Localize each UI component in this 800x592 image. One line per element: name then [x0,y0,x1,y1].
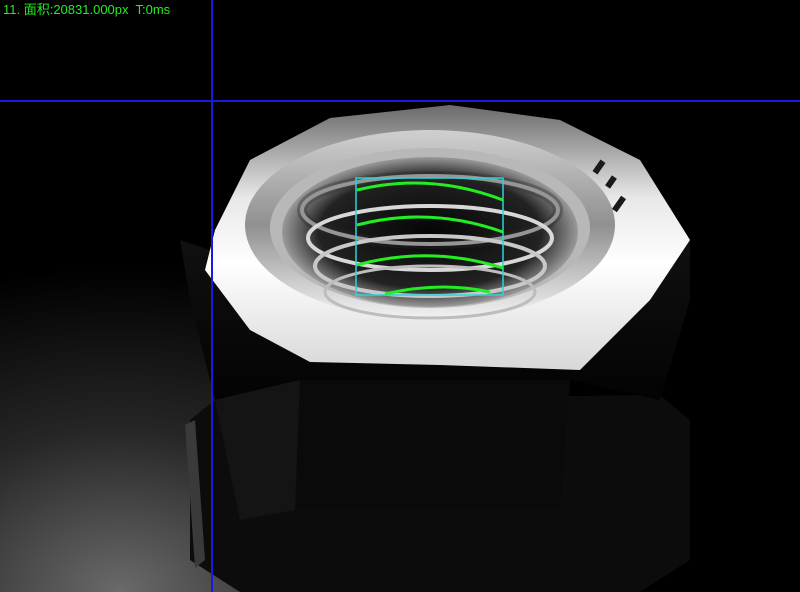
camera-image [0,0,800,592]
vision-viewport[interactable]: 11. 面积:20831.000px T:0ms [0,0,800,592]
measurement-readout: 11. 面积:20831.000px T:0ms [3,2,171,17]
